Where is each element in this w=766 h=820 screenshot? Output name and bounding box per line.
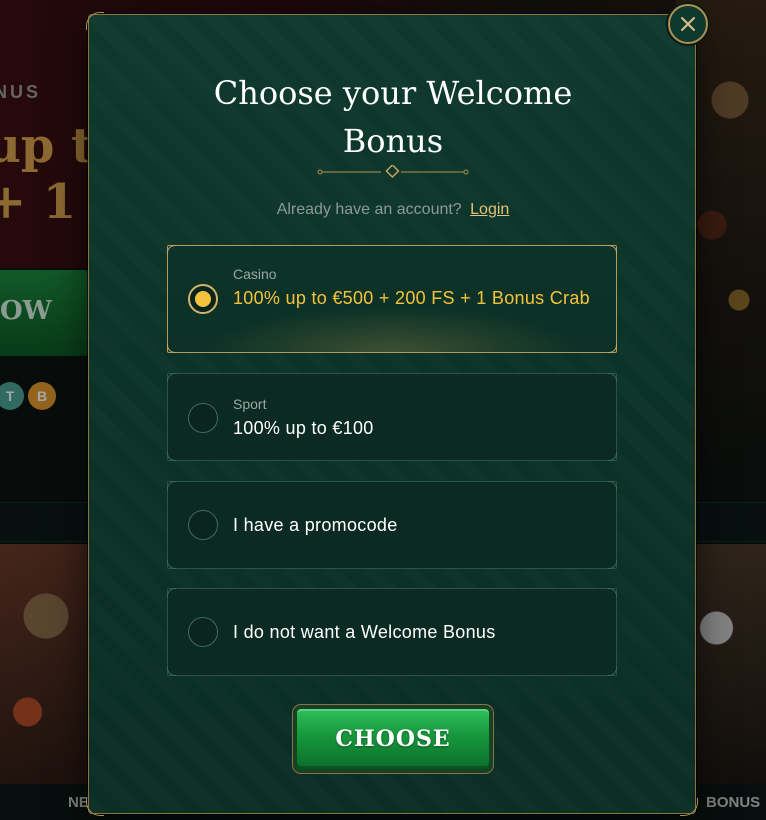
option-corner — [167, 245, 176, 254]
option-corner — [167, 667, 176, 676]
close-icon — [681, 17, 695, 31]
radio-button[interactable] — [188, 403, 218, 433]
option-corner — [167, 344, 176, 353]
radio-button[interactable] — [188, 510, 218, 540]
option-label: I have a promocode — [233, 515, 398, 535]
option-corner — [608, 245, 617, 254]
option-corner — [167, 373, 176, 382]
bonus-option-casino[interactable]: Casino 100% up to €500 + 200 FS + 1 Bonu… — [167, 245, 617, 353]
frame-corner — [86, 12, 104, 30]
bonus-option-sport[interactable]: Sport 100% up to €100 — [167, 373, 617, 461]
bonus-option-promocode[interactable]: I have a promocode — [167, 481, 617, 569]
ornament-divider-icon — [317, 165, 469, 178]
close-button[interactable] — [668, 4, 708, 44]
choose-button[interactable]: CHOOSE — [295, 707, 491, 771]
bonus-option-none[interactable]: I do not want a Welcome Bonus — [167, 588, 617, 676]
option-corner — [608, 373, 617, 382]
option-label: 100% up to €500 + 200 FS + 1 Bonus Crab — [233, 288, 590, 308]
option-category: Sport — [233, 396, 267, 412]
option-label: 100% up to €100 — [233, 418, 374, 438]
option-category: Casino — [233, 266, 277, 282]
option-corner — [167, 452, 176, 461]
option-corner — [167, 588, 176, 597]
radio-button[interactable] — [188, 617, 218, 647]
radio-button-checked[interactable] — [188, 284, 218, 314]
modal-title: Choose your Welcome Bonus — [213, 74, 573, 160]
account-prompt-line: Already have an account? Login — [89, 201, 697, 219]
option-corner — [167, 481, 176, 490]
option-corner — [608, 667, 617, 676]
option-corner — [608, 560, 617, 569]
account-prompt-text: Already have an account? — [276, 201, 462, 218]
option-corner — [608, 588, 617, 597]
option-label: I do not want a Welcome Bonus — [233, 622, 496, 642]
option-corner — [167, 560, 176, 569]
option-corner — [608, 344, 617, 353]
welcome-bonus-modal: Choose your Welcome Bonus Already have a… — [86, 12, 698, 816]
login-link[interactable]: Login — [470, 201, 509, 218]
option-corner — [608, 452, 617, 461]
option-corner — [608, 481, 617, 490]
